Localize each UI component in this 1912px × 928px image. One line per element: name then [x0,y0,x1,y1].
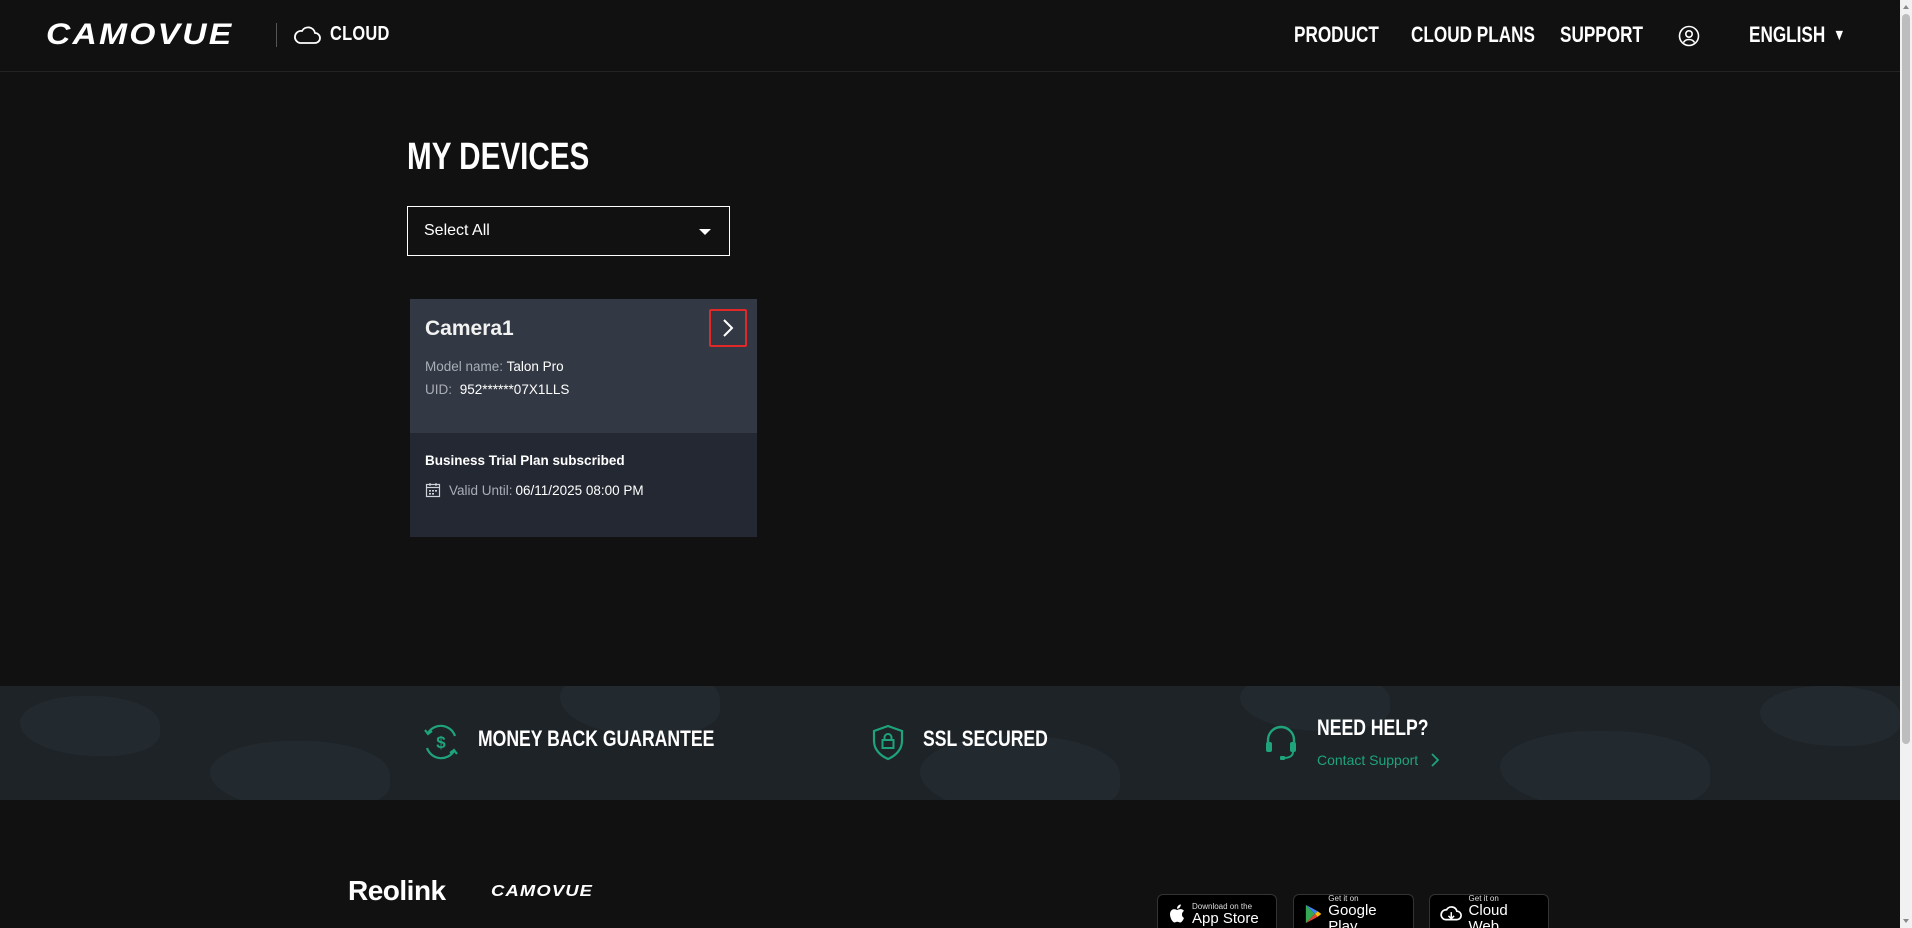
cloud-web-badge[interactable]: Get it on Cloud Web [1429,894,1549,928]
camo-pattern [210,741,390,800]
dropdown-arrow-icon [699,229,711,235]
svg-text:$: $ [436,733,446,752]
app-store-badge[interactable]: Download on the App Store [1157,894,1277,928]
language-selector[interactable]: ENGLISH ▼ [1749,22,1845,48]
nav-product[interactable]: PRODUCT [1294,22,1379,48]
device-uid-row: UID: 952******07X1LLS [425,382,569,397]
language-label: ENGLISH [1749,22,1826,47]
valid-until-value: 06/11/2025 08:00 PM [515,482,644,498]
camo-pattern [1500,731,1710,800]
plan-validity-row: Valid Until: 06/11/2025 08:00 PM [425,482,644,498]
cloud-download-icon [1440,906,1462,921]
money-back-label: MONEY BACK GUARANTEE [478,726,715,751]
google-play-badge[interactable]: Get it on Google Play [1293,894,1414,928]
calendar-icon [425,483,441,498]
scroll-down-arrow-icon[interactable] [1902,917,1910,925]
device-details-button[interactable] [709,309,747,347]
top-header: CAMOVUE CLOUD PRODUCT CLOUD PLANS SUPPOR… [0,0,1900,72]
device-card-header: Camera1 Model name: Talon Pro UID: 952**… [410,299,757,433]
nav-cloud-plans[interactable]: CLOUD PLANS [1411,22,1535,48]
device-name: Camera1 [425,317,514,340]
headset-support-icon [1266,725,1296,760]
model-value: Talon Pro [506,359,564,374]
camovue-footer-logo[interactable]: CAMOVUE [491,883,593,901]
scroll-up-arrow-icon[interactable] [1902,3,1910,11]
page-scrollbar[interactable] [1900,0,1912,928]
model-label: Model name: [425,359,504,374]
chevron-right-icon [1431,753,1440,767]
camovue-logo[interactable]: CAMOVUE [46,20,233,50]
shield-lock-icon [872,724,904,761]
app-store-big: App Store [1192,909,1259,927]
uid-label: UID: [425,382,452,397]
uid-value: 952******07X1LLS [459,382,570,397]
reolink-logo[interactable]: Reolink [348,875,446,907]
chevron-right-icon [723,319,734,337]
device-filter-select[interactable]: Select All [407,206,730,256]
page-title: MY DEVICES [407,136,590,178]
camo-pattern [1760,686,1900,746]
nav-support[interactable]: SUPPORT [1560,22,1643,48]
cloud-web-big: Cloud Web [1468,901,1508,928]
contact-support-link[interactable]: Contact Support [1317,752,1440,768]
need-help-title: NEED HELP? [1317,715,1429,740]
apple-icon [1170,904,1184,923]
logo-divider [276,23,277,47]
google-play-icon [1305,904,1322,924]
cloud-section-label[interactable]: CLOUD [330,23,390,46]
trust-banner: $ MONEY BACK GUARANTEE SSL SECURED NEED … [0,686,1900,800]
scrollbar-thumb[interactable] [1902,14,1910,744]
cloud-icon [294,26,321,44]
ssl-secured-label: SSL SECURED [923,726,1048,751]
device-filter-value: Select All [424,222,490,239]
camo-pattern [20,696,160,756]
google-play-big: Google Play [1328,901,1377,928]
device-card[interactable]: Camera1 Model name: Talon Pro UID: 952**… [410,299,757,537]
caret-down-icon: ▼ [1833,27,1846,44]
valid-until-label: Valid Until: [449,482,513,498]
user-account-icon[interactable] [1678,25,1700,47]
device-model-row: Model name: Talon Pro [425,359,564,374]
money-back-icon: $ [424,724,458,760]
plan-status: Business Trial Plan subscribed [425,453,625,468]
contact-support-label: Contact Support [1317,752,1419,768]
